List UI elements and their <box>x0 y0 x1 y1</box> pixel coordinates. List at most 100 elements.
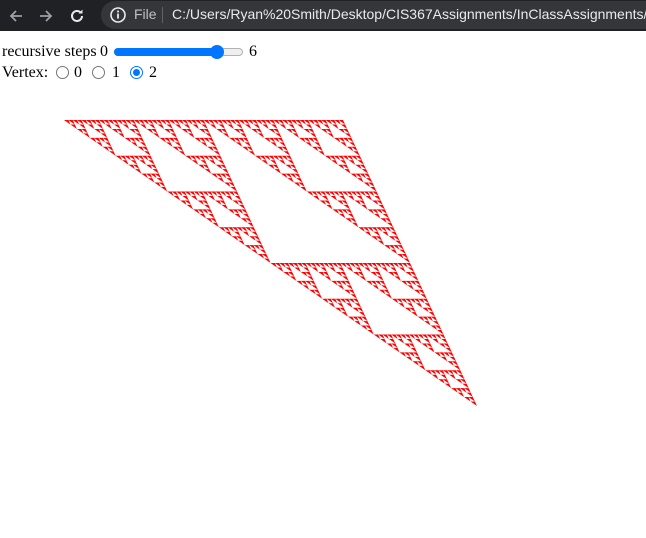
sierpinski-triangle <box>406 338 413 344</box>
sierpinski-triangle <box>329 267 336 272</box>
sierpinski-triangle <box>423 338 431 344</box>
sierpinski-triangle <box>444 383 452 389</box>
sierpinski-triangle <box>360 204 368 210</box>
sierpinski-triangle <box>104 142 112 147</box>
sierpinski-triangle <box>156 178 164 183</box>
sierpinski-triangle <box>264 258 271 263</box>
sierpinski-triangle <box>205 133 212 138</box>
sierpinski-triangle <box>173 195 181 201</box>
sierpinski-triangle <box>234 231 241 237</box>
sierpinski-triangle <box>183 124 191 129</box>
sierpinski-triangle <box>445 347 452 353</box>
sierpinski-triangle <box>372 285 379 290</box>
sierpinski-triangle <box>377 240 385 246</box>
slider-fill <box>114 48 217 56</box>
sierpinski-triangle <box>178 151 186 156</box>
sierpinski-triangle <box>358 312 366 317</box>
sierpinski-triangle <box>339 195 346 201</box>
vertex-option-label-0: 0 <box>74 64 82 81</box>
sierpinski-triangle <box>367 330 374 335</box>
sierpinski-triangle <box>212 222 219 228</box>
sierpinski-triangle <box>200 142 208 147</box>
sierpinski-triangle <box>292 133 300 138</box>
sierpinski-triangle <box>222 169 229 174</box>
sierpinski-triangle <box>342 276 349 281</box>
recursive-steps-slider[interactable] <box>114 45 243 59</box>
sierpinski-triangle <box>296 178 303 183</box>
sierpinski-triangle <box>340 160 347 165</box>
sierpinski-triangle <box>191 195 198 201</box>
sierpinski-triangle <box>144 151 151 156</box>
sierpinski-triangle <box>337 303 344 308</box>
sierpinski-triangle <box>279 142 286 147</box>
sierpinski-triangle <box>399 249 406 255</box>
sierpinski-triangle <box>243 213 250 219</box>
sierpinski-triangle <box>427 347 435 353</box>
sierpinski-triangle <box>262 124 269 129</box>
sierpinski-triangle <box>378 204 385 210</box>
sierpinski-triangle <box>386 222 394 228</box>
sierpinski-triangle <box>311 267 319 272</box>
sierpinski-triangle <box>274 169 281 174</box>
sierpinski-triangle <box>382 213 390 219</box>
sierpinski-triangle <box>234 213 241 219</box>
vertex-radio-2[interactable] <box>130 66 143 79</box>
sierpinski-triangle <box>331 160 338 165</box>
sierpinski-triangle <box>275 133 282 138</box>
sierpinski-triangle <box>114 124 121 129</box>
forward-button[interactable] <box>33 0 59 31</box>
sierpinski-triangle <box>291 169 299 174</box>
vertex-radio-1[interactable] <box>92 66 105 79</box>
sierpinski-triangle <box>397 338 405 344</box>
sierpinski-triangle <box>100 133 108 138</box>
sierpinski-triangle <box>364 267 371 272</box>
sierpinski-triangle <box>259 249 267 255</box>
sierpinski-triangle <box>321 195 329 201</box>
vertex-option-label-2: 2 <box>149 64 157 81</box>
sierpinski-triangle <box>227 124 234 129</box>
sierpinski-triangle <box>297 124 304 129</box>
sierpinski-triangle <box>344 169 351 174</box>
info-icon[interactable] <box>109 6 127 24</box>
sierpinski-triangle <box>424 303 431 308</box>
sierpinski-triangle <box>248 151 256 156</box>
sierpinski-triangle <box>390 267 397 272</box>
sierpinski-triangle <box>238 240 245 246</box>
sierpinski-triangle <box>453 365 461 371</box>
sierpinski-triangle <box>288 124 295 129</box>
sierpinski-triangle <box>234 195 242 201</box>
sierpinski-canvas <box>64 120 477 406</box>
sierpinski-triangle <box>395 240 402 246</box>
sierpinski-triangle <box>302 285 310 290</box>
sierpinski-triangle <box>199 195 207 201</box>
back-button[interactable] <box>3 0 29 31</box>
sierpinski-triangle <box>373 213 381 219</box>
sierpinski-triangle <box>356 195 364 201</box>
sierpinski-triangle <box>170 133 177 138</box>
sierpinski-triangle <box>213 151 221 156</box>
sierpinski-triangle <box>261 160 269 165</box>
sierpinski-triangle <box>287 178 294 183</box>
sierpinski-triangle <box>415 338 422 344</box>
sierpinski-triangle <box>311 285 318 290</box>
sierpinski-triangle <box>327 133 334 138</box>
sierpinski-triangle <box>199 213 206 219</box>
sierpinski-triangle <box>182 195 189 201</box>
sierpinski-triangle <box>432 338 439 344</box>
sierpinski-triangle <box>428 312 436 317</box>
sierpinski-triangle <box>289 276 297 281</box>
sierpinski-triangle <box>174 142 182 147</box>
arrow-right-icon <box>40 9 53 22</box>
sierpinski-triangle <box>403 258 410 263</box>
reload-button[interactable] <box>64 0 90 31</box>
sierpinski-triangle <box>359 276 367 281</box>
slider-thumb[interactable] <box>209 45 224 59</box>
sierpinski-triangle <box>122 160 129 165</box>
vertex-radio-0[interactable] <box>56 66 69 79</box>
sierpinski-triangle <box>118 133 125 138</box>
sierpinski-triangle <box>420 294 427 299</box>
sierpinski-triangle <box>257 133 265 138</box>
url-text[interactable]: C:/Users/Ryan%20Smith/Desktop/CIS367Assi… <box>172 6 646 22</box>
sierpinski-triangle <box>208 213 215 219</box>
reload-icon <box>71 9 83 22</box>
